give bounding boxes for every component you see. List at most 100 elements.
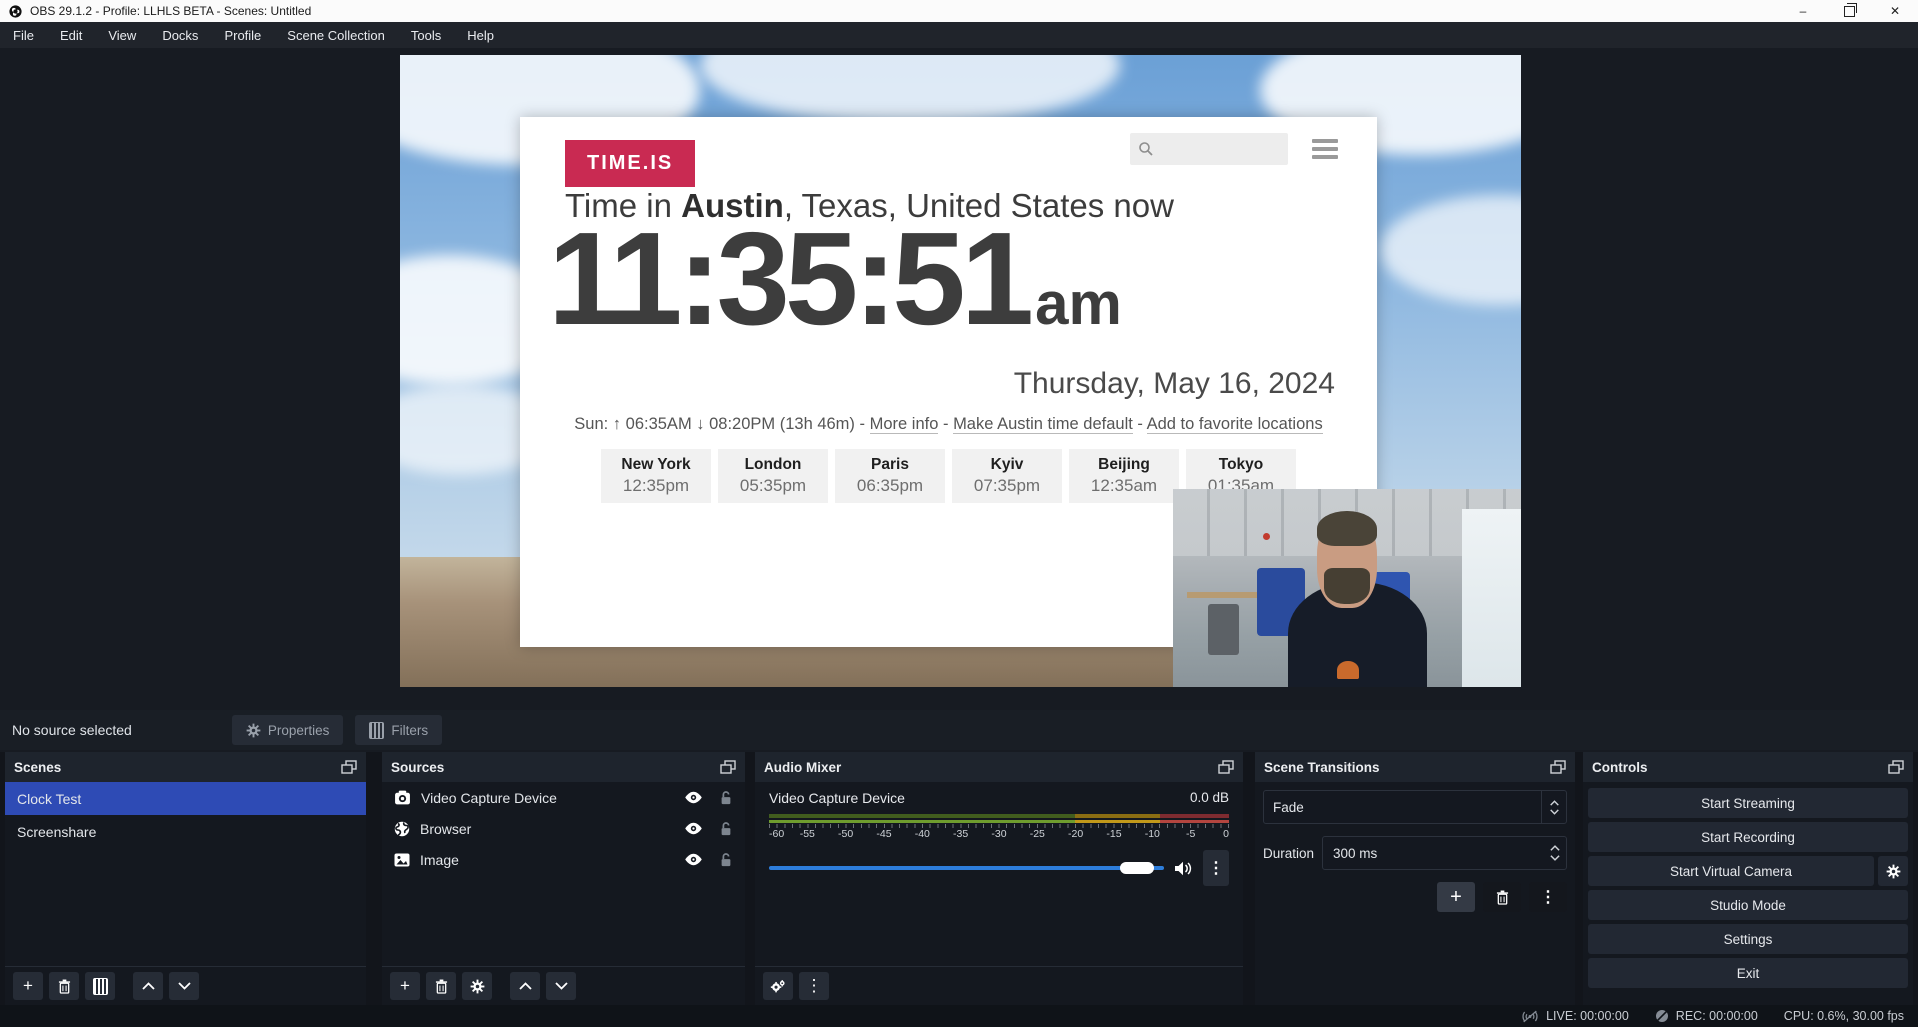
speaker-icon[interactable] xyxy=(1174,861,1193,876)
menu-scene-collection[interactable]: Scene Collection xyxy=(274,22,398,48)
mixer-menu-button[interactable]: ⋮ xyxy=(799,972,829,1000)
webcam-chair xyxy=(1208,604,1239,655)
popout-icon[interactable] xyxy=(341,760,357,774)
start-streaming-button[interactable]: Start Streaming xyxy=(1588,788,1908,818)
advanced-audio-button[interactable] xyxy=(763,972,793,1000)
add-transition-button[interactable]: + xyxy=(1437,882,1475,912)
chevron-up-icon xyxy=(1550,845,1560,851)
add-favorite-link: Add to favorite locations xyxy=(1147,415,1323,434)
source-item-video-capture[interactable]: Video Capture Device xyxy=(382,782,745,813)
move-scene-down-button[interactable] xyxy=(169,972,199,1000)
transition-select[interactable]: Fade xyxy=(1263,790,1567,824)
filters-button[interactable]: Filters xyxy=(355,715,442,745)
source-properties-button[interactable] xyxy=(462,972,492,1000)
menu-view[interactable]: View xyxy=(95,22,149,48)
trash-icon xyxy=(1496,890,1509,905)
clock-ampm: am xyxy=(1035,269,1122,338)
move-source-down-button[interactable] xyxy=(546,972,576,1000)
virtual-camera-config-button[interactable] xyxy=(1878,856,1908,886)
move-source-up-button[interactable] xyxy=(510,972,540,1000)
mixer-channel-menu-button[interactable]: ⋮ xyxy=(1203,850,1229,886)
obs-window: OBS 29.1.2 - Profile: LLHLS BETA - Scene… xyxy=(0,0,1918,1027)
dock-area: Scenes Clock Test Screenshare + xyxy=(0,752,1918,1005)
popout-icon[interactable] xyxy=(1888,760,1904,774)
duration-input[interactable]: 300 ms xyxy=(1322,836,1567,870)
remove-transition-button[interactable] xyxy=(1483,882,1521,912)
minimize-button[interactable]: – xyxy=(1780,0,1826,22)
transition-select-spinner[interactable] xyxy=(1541,791,1566,823)
volume-slider[interactable] xyxy=(769,866,1164,870)
chevron-down-icon xyxy=(555,982,568,990)
menu-tools[interactable]: Tools xyxy=(398,22,454,48)
meter-scale: -60 -55 -50 -45 -40 -35 -30 -25 -20 -15 … xyxy=(769,828,1229,841)
chevron-up-icon xyxy=(519,982,532,990)
scene-filters-button[interactable] xyxy=(85,972,115,1000)
scene-item-clock-test[interactable]: Clock Test xyxy=(5,782,366,815)
studio-mode-button[interactable]: Studio Mode xyxy=(1588,890,1908,920)
hamburger-menu-icon xyxy=(1312,139,1338,159)
preview-area: TIME.IS Time in Austin, Texas, United St… xyxy=(0,48,1918,710)
popout-icon[interactable] xyxy=(1550,760,1566,774)
chevron-up-icon xyxy=(142,982,155,990)
visibility-eye-icon[interactable] xyxy=(684,853,703,866)
restore-button[interactable] xyxy=(1826,0,1872,22)
scene-list: Clock Test Screenshare xyxy=(5,782,366,967)
menu-file[interactable]: File xyxy=(0,22,47,48)
menu-bar: File Edit View Docks Profile Scene Colle… xyxy=(0,22,1918,48)
start-recording-button[interactable]: Start Recording xyxy=(1588,822,1908,852)
gear-icon xyxy=(246,723,261,738)
chevron-down-icon xyxy=(178,982,191,990)
settings-button[interactable]: Settings xyxy=(1588,924,1908,954)
lock-icon[interactable] xyxy=(719,821,733,836)
obs-logo-icon xyxy=(9,5,22,18)
chevron-down-icon xyxy=(1550,809,1559,815)
menu-profile[interactable]: Profile xyxy=(211,22,274,48)
volume-slider-handle[interactable] xyxy=(1120,862,1154,874)
duration-spinner[interactable] xyxy=(1544,845,1566,861)
menu-docks[interactable]: Docks xyxy=(149,22,211,48)
source-list: Video Capture Device xyxy=(382,782,745,967)
webcam-person-beard xyxy=(1324,568,1369,604)
search-icon xyxy=(1138,141,1154,157)
source-item-browser[interactable]: Browser xyxy=(382,813,745,844)
lock-icon[interactable] xyxy=(719,790,733,805)
popout-icon[interactable] xyxy=(720,760,736,774)
timeis-logo: TIME.IS xyxy=(565,140,695,187)
close-button[interactable]: ✕ xyxy=(1872,0,1918,22)
scene-item-screenshare[interactable]: Screenshare xyxy=(5,815,366,848)
live-timecode: LIVE: 00:00:00 xyxy=(1546,1009,1629,1023)
timeis-clock: 11:35:51 am xyxy=(548,203,1122,354)
move-scene-up-button[interactable] xyxy=(133,972,163,1000)
visibility-eye-icon[interactable] xyxy=(684,791,703,804)
exit-button[interactable]: Exit xyxy=(1588,958,1908,988)
lock-icon[interactable] xyxy=(719,852,733,867)
gear-icon xyxy=(470,979,485,994)
volume-meter: -60 -55 -50 -45 -40 -35 -30 -25 -20 -15 … xyxy=(769,814,1229,841)
scenes-dock: Scenes Clock Test Screenshare + xyxy=(5,752,366,1005)
transition-properties-button[interactable]: ⋮ xyxy=(1529,882,1567,912)
add-scene-button[interactable]: + xyxy=(13,972,43,1000)
chevron-down-icon xyxy=(1550,855,1560,861)
popout-icon[interactable] xyxy=(1218,760,1234,774)
title-bar[interactable]: OBS 29.1.2 - Profile: LLHLS BETA - Scene… xyxy=(0,0,1918,22)
timeis-sun-line: Sun: ↑ 06:35AM ↓ 08:20PM (13h 46m) - Mor… xyxy=(520,415,1377,434)
duration-label: Duration xyxy=(1263,846,1314,861)
remove-source-button[interactable] xyxy=(426,972,456,1000)
mixer-channel-name: Video Capture Device xyxy=(769,790,905,806)
filters-icon xyxy=(369,722,384,739)
menu-edit[interactable]: Edit xyxy=(47,22,95,48)
visibility-eye-icon[interactable] xyxy=(684,822,703,835)
webcam-person-hair xyxy=(1317,511,1376,547)
webcam-window xyxy=(1462,509,1521,687)
properties-button[interactable]: Properties xyxy=(232,715,344,745)
city-card: London 05:35pm xyxy=(718,449,828,503)
globe-icon xyxy=(394,821,410,837)
remove-scene-button[interactable] xyxy=(49,972,79,1000)
menu-help[interactable]: Help xyxy=(454,22,507,48)
add-source-button[interactable]: + xyxy=(390,972,420,1000)
city-card: Beijing 12:35am xyxy=(1069,449,1179,503)
source-item-image[interactable]: Image xyxy=(382,844,745,875)
program-canvas[interactable]: TIME.IS Time in Austin, Texas, United St… xyxy=(400,55,1521,687)
sources-toolbar: + xyxy=(382,966,745,1005)
start-virtual-camera-button[interactable]: Start Virtual Camera xyxy=(1588,856,1874,886)
